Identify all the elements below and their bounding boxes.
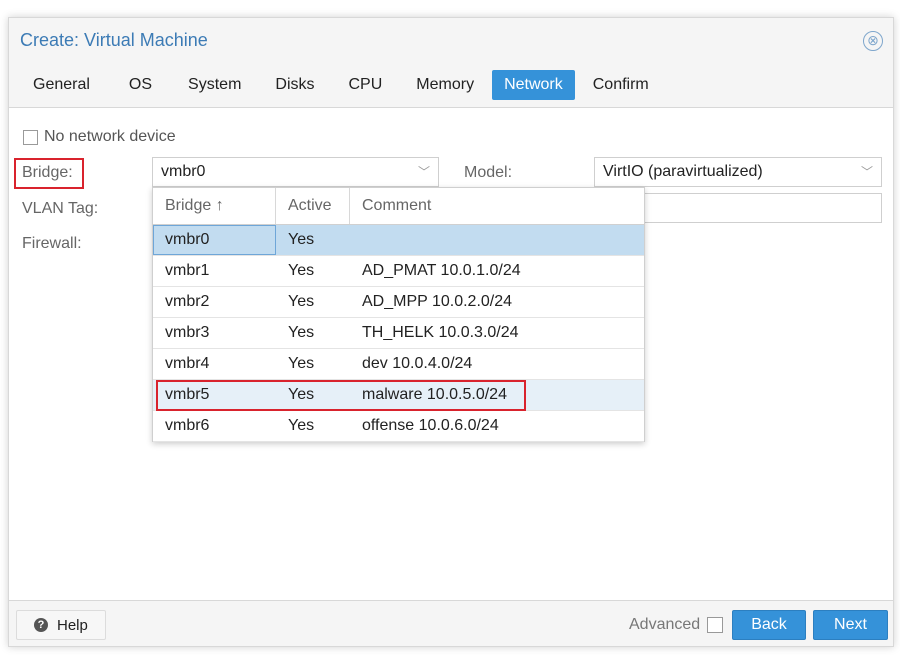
bridge-active: Yes — [288, 417, 315, 434]
no-network-device-label: No network device — [44, 128, 176, 145]
bridge-list-rows: vmbr0 Yes vmbr1 Yes AD_PMAT 10.0.1.0/24 vmbr2… — [153, 225, 644, 442]
create-vm-dialog: Create: Virtual Machine ⊗ General OS Syste… — [8, 17, 894, 647]
close-icon[interactable]: ⊗ — [863, 31, 883, 51]
bridge-active: Yes — [288, 355, 315, 372]
firewall-label: Firewall: — [22, 235, 82, 252]
bridge-select[interactable]: vmbr0 ﹀ — [152, 157, 439, 187]
bridge-name: vmbr5 — [165, 386, 210, 403]
network-panel: No network device Bridge: VLAN Tag: Fire… — [9, 107, 893, 601]
bridge-select-value: vmbr0 — [161, 163, 206, 180]
help-icon: ? — [34, 618, 48, 632]
help-button[interactable]: ? Help — [16, 610, 106, 640]
tab-os[interactable]: OS — [117, 70, 164, 100]
model-label: Model: — [464, 164, 513, 181]
vlan-tag-label: VLAN Tag: — [22, 200, 99, 217]
advanced-checkbox[interactable] — [707, 617, 723, 633]
tab-memory[interactable]: Memory — [404, 70, 486, 100]
dialog-title: Create: Virtual Machine — [20, 30, 208, 50]
bridge-option-vmbr4[interactable]: vmbr4 Yes dev 10.0.4.0/24 — [153, 349, 644, 380]
model-select[interactable]: VirtIO (paravirtualized) ﹀ — [594, 157, 882, 187]
bridge-name: vmbr3 — [165, 324, 210, 341]
tab-disks[interactable]: Disks — [263, 70, 326, 100]
bridge-comment: AD_MPP 10.0.2.0/24 — [362, 293, 513, 310]
tab-cpu[interactable]: CPU — [337, 70, 395, 100]
bridge-name: vmbr6 — [165, 417, 210, 434]
tab-system[interactable]: System — [176, 70, 253, 100]
column-header-bridge[interactable]: Bridge ↑ — [153, 188, 276, 224]
column-header-comment[interactable]: Comment — [350, 188, 644, 224]
bridge-comment: dev 10.0.4.0/24 — [362, 355, 473, 372]
no-network-device-option[interactable]: No network device — [23, 128, 176, 146]
bridge-comment: offense 10.0.6.0/24 — [362, 417, 499, 434]
no-network-device-checkbox[interactable] — [23, 129, 38, 145]
tab-confirm[interactable]: Confirm — [581, 70, 661, 100]
bridge-comment: TH_HELK 10.0.3.0/24 — [362, 324, 519, 341]
bridge-comment — [350, 225, 644, 255]
bridge-name: vmbr2 — [165, 293, 210, 310]
back-button[interactable]: Back — [732, 610, 806, 640]
bridge-active: Yes — [288, 262, 315, 279]
bridge-comment: malware 10.0.5.0/24 — [362, 386, 507, 403]
tab-general[interactable]: General — [21, 70, 102, 100]
chevron-down-icon[interactable]: ﹀ — [861, 158, 873, 186]
bridge-comment: AD_PMAT 10.0.1.0/24 — [362, 262, 521, 279]
bridge-name: vmbr4 — [165, 355, 210, 372]
bridge-option-vmbr0[interactable]: vmbr0 Yes — [153, 225, 644, 256]
bridge-active: Yes — [288, 293, 315, 310]
bridge-label: Bridge: — [22, 164, 73, 181]
bridge-option-vmbr1[interactable]: vmbr1 Yes AD_PMAT 10.0.1.0/24 — [153, 256, 644, 287]
model-select-value: VirtIO (paravirtualized) — [603, 163, 763, 180]
bridge-option-vmbr5[interactable]: vmbr5 Yes malware 10.0.5.0/24 — [153, 380, 644, 411]
bridge-option-vmbr3[interactable]: vmbr3 Yes TH_HELK 10.0.3.0/24 — [153, 318, 644, 349]
bridge-active: Yes — [288, 324, 315, 341]
advanced-label: Advanced — [629, 616, 701, 633]
wizard-tabs: General OS System Disks CPU Memory Network Conf… — [21, 70, 661, 100]
tab-network[interactable]: Network — [492, 70, 575, 100]
bridge-option-vmbr2[interactable]: vmbr2 Yes AD_MPP 10.0.2.0/24 — [153, 287, 644, 318]
chevron-down-icon[interactable]: ﹀ — [418, 158, 430, 186]
next-button[interactable]: Next — [813, 610, 888, 640]
bridge-dropdown-list: Bridge ↑ Active Comment vmbr0 Yes vmbr1 Yes… — [152, 187, 645, 442]
bridge-option-vmbr6[interactable]: vmbr6 Yes offense 10.0.6.0/24 — [153, 411, 644, 442]
bridge-name: vmbr1 — [165, 262, 210, 279]
bridge-name: vmbr0 — [153, 225, 276, 255]
column-header-active[interactable]: Active — [276, 188, 350, 224]
bridge-active: Yes — [288, 231, 315, 248]
bridge-list-header: Bridge ↑ Active Comment — [153, 188, 644, 225]
help-label: Help — [57, 616, 88, 634]
bridge-active: Yes — [288, 386, 315, 403]
